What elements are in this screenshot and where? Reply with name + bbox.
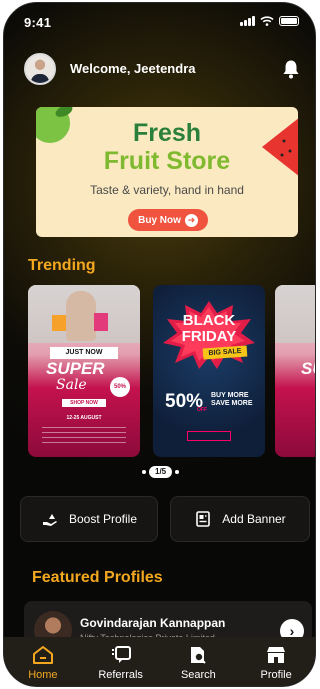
black-text: BLACK — [182, 312, 236, 329]
nav-profile[interactable]: Profile — [237, 637, 315, 686]
wifi-icon — [260, 16, 274, 26]
pager-count: 1/5 — [149, 466, 173, 478]
banner-title-line2: Fruit Store — [103, 147, 231, 175]
buy-more-text: BUY MORE — [211, 392, 249, 399]
status-bar: 9:41 — [4, 3, 315, 43]
off-text: OFF — [197, 407, 207, 413]
bottom-nav: Home Referrals Search Profile — [4, 637, 315, 686]
super-headline: SUPER — [46, 359, 105, 378]
boost-profile-button[interactable]: Boost Profile — [20, 496, 158, 542]
banner-icon — [196, 511, 211, 527]
shopping-bag-icon — [52, 315, 66, 331]
promo-banner[interactable]: Fresh Fruit Store Taste & variety, hand … — [32, 103, 302, 241]
carousel-pager: 1/5 — [142, 466, 180, 478]
buy-now-label: Buy Now — [138, 214, 181, 226]
arrow-right-icon: ➜ — [184, 213, 198, 227]
buy-more-save-more: BUY MORE SAVE MORE — [211, 392, 253, 409]
profile-name: Govindarajan Kannappan — [80, 616, 226, 630]
nav-home[interactable]: Home — [4, 637, 82, 686]
fruit-store-banner: Fresh Fruit Store Taste & variety, hand … — [36, 107, 298, 237]
banner-title-line1: Fresh — [132, 119, 202, 147]
discount-badge: 50% — [110, 377, 130, 397]
add-banner-button[interactable]: Add Banner — [170, 496, 310, 542]
featured-profiles-title: Featured Profiles — [32, 569, 163, 586]
buy-now-button[interactable]: Buy Now ➜ — [128, 209, 208, 231]
model-photo — [275, 285, 315, 343]
status-time: 9:41 — [24, 15, 52, 30]
banner-tagline: Taste & variety, hand in hand — [90, 183, 244, 197]
save-more-text: SAVE MORE — [211, 400, 253, 408]
trending-title: Trending — [28, 257, 96, 274]
sale-script: Sale — [56, 377, 87, 393]
nav-search[interactable]: Search — [160, 637, 238, 686]
nav-profile-label: Profile — [260, 669, 292, 681]
boost-hand-icon — [42, 514, 57, 526]
referrals-icon — [111, 646, 131, 663]
signal-icon — [240, 16, 255, 26]
search-icon — [191, 647, 207, 664]
shopping-bag-icon — [94, 313, 108, 331]
nav-search-label: Search — [180, 669, 216, 681]
shop-now-tag: SHOP NOW — [62, 399, 106, 407]
friday-text: FRIDAY — [181, 328, 237, 345]
nav-home-label: Home — [28, 669, 58, 681]
header: Welcome, Jeetendra — [24, 53, 304, 85]
sale-date: 12-25 AUGUST — [66, 415, 102, 421]
model-figure — [66, 291, 96, 341]
super-headline-partial: SUP — [301, 359, 315, 378]
nav-referrals[interactable]: Referrals — [82, 637, 160, 686]
trending-card-partial[interactable]: SUP — [275, 285, 315, 457]
trending-card-super-sale[interactable]: JUST NOW SUPER Sale 50% SHOP NOW 12-25 A… — [28, 285, 140, 457]
just-now-tag: JUST NOW — [50, 347, 118, 359]
welcome-text: Welcome, Jeetendra — [70, 61, 196, 76]
boost-profile-label: Boost Profile — [68, 512, 138, 526]
pager-dot — [175, 470, 180, 474]
store-icon — [267, 647, 286, 663]
trending-carousel[interactable]: JUST NOW SUPER Sale 50% SHOP NOW 12-25 A… — [4, 285, 315, 459]
home-icon — [32, 646, 53, 664]
phone-screen: 9:41 Welcome, Jeetendra Fresh Fruit Stor… — [3, 2, 316, 687]
status-icons — [240, 16, 299, 26]
nav-referrals-label: Referrals — [98, 669, 143, 681]
pager-dot — [142, 470, 146, 474]
black-friday-button — [187, 431, 231, 441]
bell-icon[interactable] — [282, 59, 300, 79]
add-banner-label: Add Banner — [222, 512, 286, 526]
trending-card-black-friday[interactable]: BLACK FRIDAY BIG SALE 50% OFF BUY MORE S… — [153, 285, 265, 457]
battery-icon — [279, 16, 299, 26]
user-avatar[interactable] — [24, 53, 56, 85]
fine-print — [42, 427, 126, 443]
